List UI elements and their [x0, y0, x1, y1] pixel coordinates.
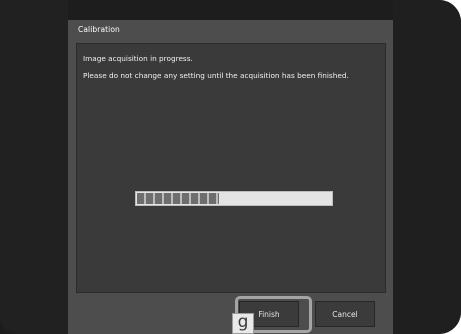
monitor-bezel-left [0, 0, 68, 334]
calibration-dialog: Calibration Image acquisition in progres… [68, 20, 393, 334]
acquisition-progress-bar [135, 191, 333, 206]
callout-label: g [232, 313, 254, 334]
monitor-bezel-right [393, 0, 461, 334]
status-message: Image acquisition in progress. [83, 54, 193, 63]
progress-fill [137, 193, 220, 204]
warning-message: Please do not change any setting until t… [83, 71, 349, 80]
monitor-screen: Calibration Image acquisition in progres… [0, 0, 461, 334]
cancel-button[interactable]: Cancel [315, 301, 375, 327]
dialog-body: Image acquisition in progress. Please do… [76, 43, 386, 293]
dialog-title: Calibration [78, 25, 120, 34]
